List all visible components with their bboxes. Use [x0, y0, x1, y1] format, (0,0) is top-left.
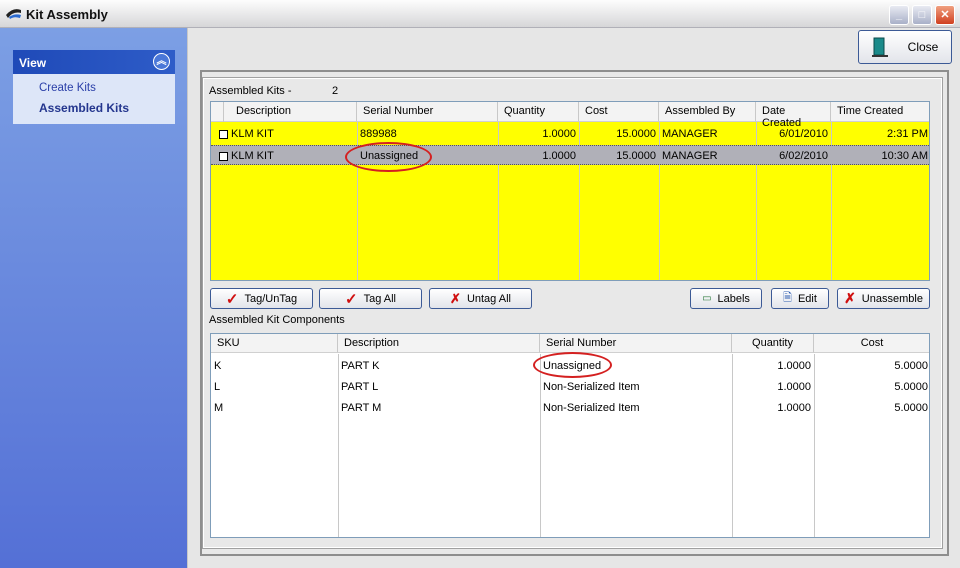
- column-header[interactable]: Cost: [814, 334, 929, 353]
- assembled-kits-grid: Description Serial Number Quantity Cost Asse…: [210, 101, 930, 281]
- tag-untag-button[interactable]: ✓ Tag/UnTag: [210, 288, 313, 309]
- app-icon: [6, 9, 21, 19]
- column-header[interactable]: Serial Number: [540, 334, 732, 353]
- maximize-button[interactable]: □: [912, 5, 932, 25]
- column-header[interactable]: Time Created: [831, 102, 929, 122]
- cell-cost: 15.0000: [616, 128, 656, 140]
- collapse-chevron-icon[interactable]: ︽: [153, 53, 170, 70]
- cell-cost: 5.0000: [894, 360, 928, 372]
- cell-quantity: 1.0000: [777, 381, 811, 393]
- column-header[interactable]: Description: [211, 102, 357, 122]
- view-panel-title: View: [19, 56, 47, 70]
- minimize-icon: _: [895, 9, 903, 21]
- annotation-circle: [345, 142, 432, 172]
- title-bar: Kit Assembly _ □ ✕: [0, 0, 960, 28]
- labels-label: Labels: [717, 292, 750, 305]
- tag-checkbox[interactable]: [219, 130, 228, 139]
- view-panel: View ︽ Create Kits Assembled Kits: [13, 50, 175, 124]
- sidebar-item-assembled-kits[interactable]: Assembled Kits: [39, 101, 129, 115]
- column-header[interactable]: Cost: [579, 102, 659, 122]
- tag-all-label: Tag All: [363, 292, 396, 305]
- cell-date: 6/02/2010: [779, 150, 828, 162]
- assembled-kits-count: 2: [332, 85, 339, 97]
- checkmark-all-icon: ✓: [345, 290, 358, 308]
- cell-serial: Non-Serialized Item: [543, 381, 640, 393]
- minimize-button[interactable]: _: [889, 5, 909, 25]
- close-icon: ✕: [940, 9, 950, 21]
- cell-serial: 889988: [360, 128, 397, 140]
- column-header[interactable]: SKU: [211, 334, 338, 353]
- cell-description: PART K: [341, 360, 380, 372]
- document-icon: 🗎: [783, 292, 792, 304]
- table-row[interactable]: M PART M Non-Serialized Item 1.0000 5.0000: [211, 398, 929, 418]
- cell-description: PART M: [341, 402, 382, 414]
- tag-checkbox[interactable]: [219, 152, 228, 161]
- cell-time: 10:30 AM: [881, 150, 928, 162]
- sidebar-item-create-kits[interactable]: Create Kits: [39, 82, 96, 94]
- cell-description: KLM KIT: [231, 150, 274, 162]
- cell-quantity: 1.0000: [542, 150, 576, 162]
- cell-sku: K: [214, 360, 222, 372]
- close-button-label: Close: [907, 40, 939, 54]
- cell-cost: 15.0000: [616, 150, 656, 162]
- column-header[interactable]: Quantity: [732, 334, 814, 353]
- cell-time: 2:31 PM: [887, 128, 928, 140]
- cell-sku: L: [214, 381, 221, 393]
- untag-all-label: Untag All: [466, 292, 511, 305]
- table-row[interactable]: KLM KIT Unassigned 1.0000 15.0000 MANAGER 6/0…: [211, 145, 929, 165]
- cell-assembled_by: MANAGER: [662, 128, 718, 140]
- checkmark-icon: ✓: [225, 290, 239, 308]
- annotation-circle: [533, 352, 612, 378]
- cell-quantity: 1.0000: [542, 128, 576, 140]
- column-header[interactable]: Date Created: [756, 102, 831, 129]
- view-panel-header[interactable]: View ︽: [13, 50, 175, 74]
- maximize-icon: □: [918, 9, 926, 21]
- table-row[interactable]: L PART L Non-Serialized Item 1.0000 5.0000: [211, 377, 929, 397]
- column-header[interactable]: Assembled By: [659, 102, 756, 122]
- edit-button[interactable]: 🗎 Edit: [771, 288, 829, 309]
- cell-quantity: 1.0000: [777, 360, 811, 372]
- unassemble-label: Unassemble: [861, 292, 923, 305]
- column-header[interactable]: Serial Number: [357, 102, 498, 122]
- cell-sku: M: [214, 402, 224, 414]
- cell-description: KLM KIT: [231, 128, 274, 140]
- unassemble-x-icon: ✗: [844, 290, 856, 306]
- cell-quantity: 1.0000: [777, 402, 811, 414]
- close-window-button[interactable]: ✕: [935, 5, 955, 25]
- cell-serial: Non-Serialized Item: [543, 402, 640, 414]
- untag-x-icon: ✗: [450, 290, 461, 306]
- label-image-icon: ▭: [702, 293, 712, 304]
- door-exit-icon: [871, 37, 888, 57]
- cell-description: PART L: [341, 381, 379, 393]
- window-title: Kit Assembly: [26, 7, 108, 22]
- untag-all-button[interactable]: ✗ Untag All: [429, 288, 532, 309]
- edit-label: Edit: [797, 292, 817, 305]
- labels-button[interactable]: ▭ Labels: [690, 288, 762, 309]
- assembled-kits-label: Assembled Kits -: [209, 85, 292, 97]
- cell-date: 6/01/2010: [779, 128, 828, 140]
- components-label: Assembled Kit Components: [209, 314, 345, 326]
- unassemble-button[interactable]: ✗ Unassemble: [837, 288, 930, 309]
- close-button[interactable]: Close: [858, 30, 952, 64]
- column-divider: [223, 102, 224, 122]
- cell-cost: 5.0000: [894, 402, 928, 414]
- tag-all-button[interactable]: ✓ Tag All: [319, 288, 422, 309]
- tag-untag-label: Tag/UnTag: [244, 292, 298, 305]
- column-header[interactable]: Description: [338, 334, 540, 353]
- cell-cost: 5.0000: [894, 381, 928, 393]
- column-header[interactable]: Quantity: [498, 102, 579, 122]
- cell-assembled_by: MANAGER: [662, 150, 718, 162]
- table-row[interactable]: KLM KIT 889988 1.0000 15.0000 MANAGER 6/01/20…: [211, 124, 929, 144]
